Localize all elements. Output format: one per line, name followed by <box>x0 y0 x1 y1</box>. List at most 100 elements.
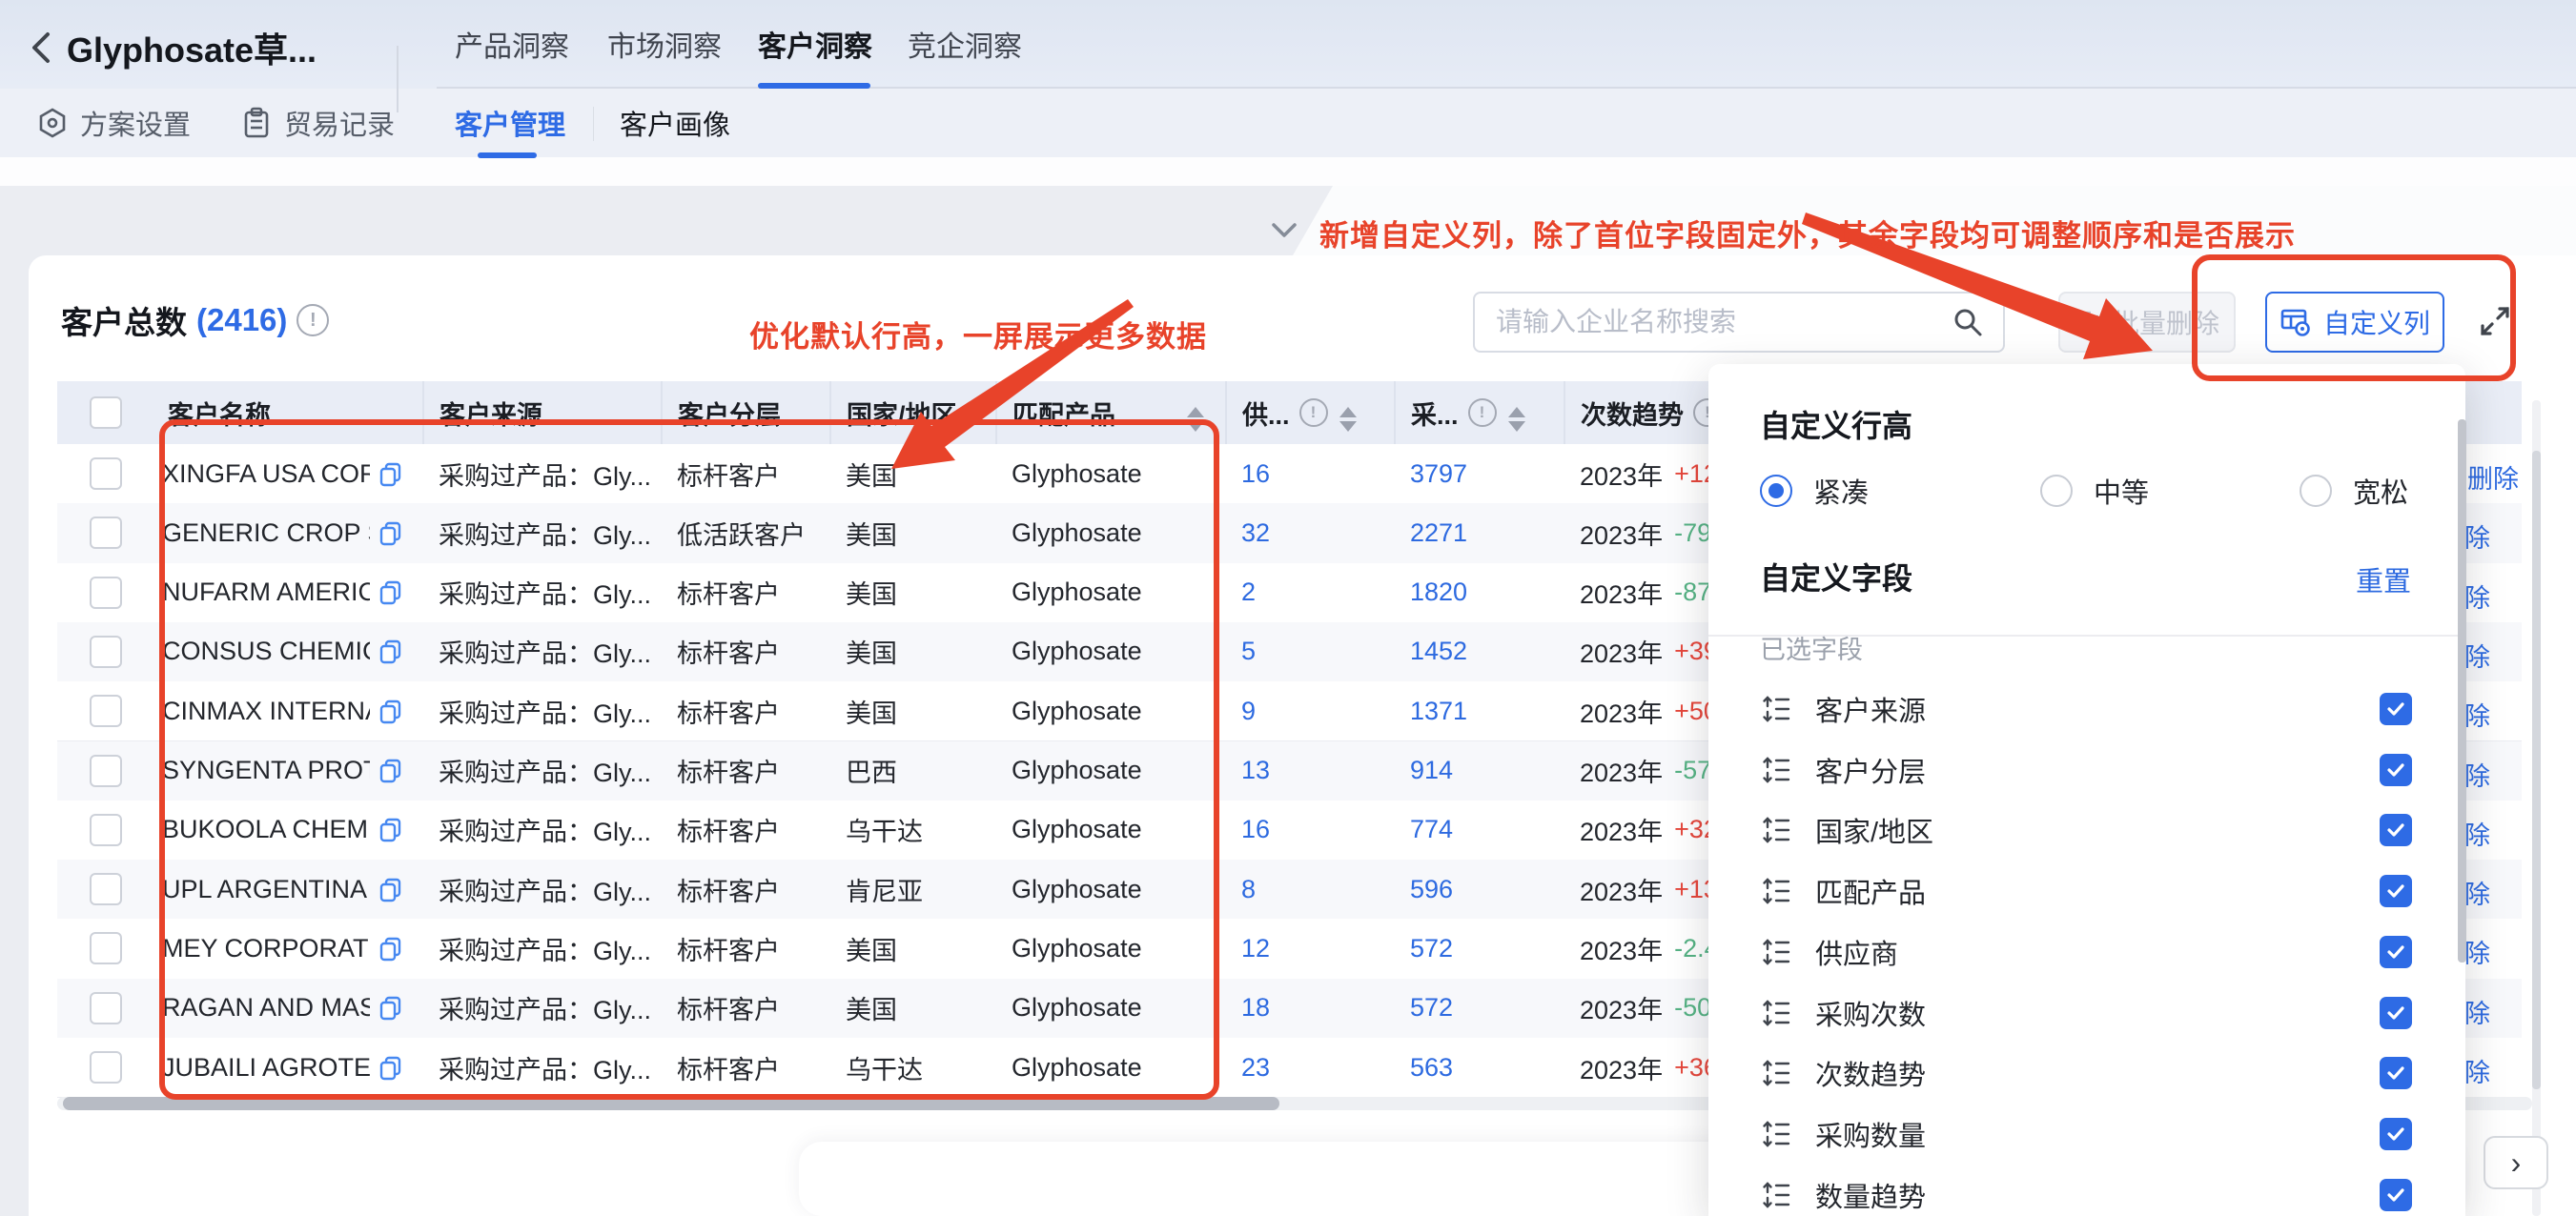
sort-carets-icon[interactable] <box>1508 407 1525 432</box>
drag-handle-icon[interactable] <box>1760 1179 1792 1211</box>
customer-name[interactable]: BUKOOLA CHEMICA <box>162 815 370 844</box>
purchase-count-link[interactable]: 1820 <box>1394 563 1564 622</box>
row-checkbox[interactable] <box>90 814 122 846</box>
row-height-option-3[interactable]: 宽松 <box>2300 471 2408 511</box>
row-checkbox[interactable] <box>90 457 122 490</box>
drag-handle-icon[interactable] <box>1760 1118 1792 1150</box>
row-checkbox[interactable] <box>90 577 122 609</box>
field-item-2[interactable]: 客户分层 <box>1760 748 2418 792</box>
sort-carets-icon[interactable] <box>1187 407 1204 432</box>
drag-handle-icon[interactable] <box>1760 875 1792 907</box>
purchase-count-link[interactable]: 572 <box>1394 919 1564 978</box>
field-item-7[interactable]: 次数趋势 <box>1760 1051 2418 1095</box>
suppliers-count-link[interactable]: 9 <box>1225 681 1394 740</box>
quick-link-1[interactable]: 方案设置 <box>36 89 191 157</box>
panel-scrollbar-thumb[interactable] <box>2458 419 2466 963</box>
suppliers-count-link[interactable]: 18 <box>1225 979 1394 1038</box>
purchase-count-link[interactable]: 596 <box>1394 860 1564 919</box>
purchase-count-link[interactable]: 572 <box>1394 979 1564 1038</box>
row-checkbox[interactable] <box>90 636 122 668</box>
field-checkbox[interactable] <box>2380 997 2412 1029</box>
row-checkbox[interactable] <box>90 992 122 1024</box>
column-header-product[interactable]: 匹配产品 <box>995 381 1225 444</box>
purchase-count-link[interactable]: 1452 <box>1394 622 1564 681</box>
page-scrollbar-thumb[interactable] <box>2532 451 2541 1089</box>
copy-icon[interactable] <box>378 936 403 962</box>
quick-link-2[interactable]: 贸易记录 <box>240 89 395 157</box>
row-checkbox[interactable] <box>90 695 122 727</box>
suppliers-count-link[interactable]: 2 <box>1225 563 1394 622</box>
suppliers-count-link[interactable]: 23 <box>1225 1038 1394 1097</box>
customer-name[interactable]: RAGAN AND MASSE <box>162 993 370 1023</box>
drag-handle-icon[interactable] <box>1760 693 1792 725</box>
field-item-8[interactable]: 采购数量 <box>1760 1112 2418 1156</box>
purchase-count-link[interactable]: 2271 <box>1394 503 1564 562</box>
custom-columns-button[interactable]: 自定义列 <box>2265 292 2444 353</box>
nav-tab-3[interactable]: 客户洞察 <box>758 0 876 87</box>
column-header-country[interactable]: 国家/地区 <box>829 381 995 444</box>
suppliers-count-link[interactable]: 32 <box>1225 503 1394 562</box>
nav-tab-1[interactable]: 产品洞察 <box>455 0 573 87</box>
purchase-count-link[interactable]: 563 <box>1394 1038 1564 1097</box>
field-checkbox[interactable] <box>2380 1057 2412 1089</box>
purchase-count-link[interactable]: 774 <box>1394 801 1564 860</box>
chevron-down-icon[interactable] <box>1268 215 1300 244</box>
purchase-count-link[interactable]: 914 <box>1394 741 1564 801</box>
suppliers-count-link[interactable]: 12 <box>1225 919 1394 978</box>
drag-handle-icon[interactable] <box>1760 754 1792 786</box>
search-input[interactable] <box>1494 306 1917 338</box>
customer-name[interactable]: GENERIC CROP SCI <box>162 518 370 548</box>
purchase-count-link[interactable]: 3797 <box>1394 444 1564 503</box>
nav-tab-4[interactable]: 竞企洞察 <box>908 0 1026 87</box>
field-item-5[interactable]: 供应商 <box>1760 930 2418 974</box>
suppliers-count-link[interactable]: 5 <box>1225 622 1394 681</box>
purchase-count-link[interactable]: 1371 <box>1394 681 1564 740</box>
column-header-tier[interactable]: 客户分层 <box>661 381 829 444</box>
suppliers-count-link[interactable]: 16 <box>1225 444 1394 503</box>
customer-name[interactable]: JUBAILI AGROTEC LI <box>162 1053 370 1083</box>
field-checkbox[interactable] <box>2380 936 2412 968</box>
field-checkbox[interactable] <box>2380 1179 2412 1211</box>
field-checkbox[interactable] <box>2380 754 2412 786</box>
sub-tab-2[interactable]: 客户画像 <box>620 91 730 154</box>
batch-delete-button[interactable]: 批量删除 <box>2058 292 2236 353</box>
suppliers-count-link[interactable]: 13 <box>1225 741 1394 801</box>
nav-tab-2[interactable]: 市场洞察 <box>607 0 726 87</box>
field-checkbox[interactable] <box>2380 1118 2412 1150</box>
customer-name[interactable]: MEY CORPORATION <box>162 934 370 963</box>
info-icon[interactable]: ! <box>1468 398 1497 427</box>
copy-icon[interactable] <box>378 817 403 842</box>
row-checkbox[interactable] <box>90 755 122 787</box>
copy-icon[interactable] <box>378 1055 403 1081</box>
sub-tab-1[interactable]: 客户管理 <box>455 91 565 154</box>
copy-icon[interactable] <box>378 638 403 664</box>
field-checkbox[interactable] <box>2380 814 2412 846</box>
column-header-source[interactable]: 客户来源 <box>422 381 661 444</box>
drag-handle-icon[interactable] <box>1760 997 1792 1029</box>
row-height-option-2[interactable]: 中等 <box>2040 471 2149 511</box>
drag-handle-icon[interactable] <box>1760 814 1792 846</box>
info-icon[interactable]: ! <box>296 304 329 336</box>
copy-icon[interactable] <box>378 995 403 1021</box>
customer-name[interactable]: CINMAX INTERNATIO <box>162 697 370 726</box>
fullscreen-icon[interactable] <box>2475 301 2515 341</box>
copy-icon[interactable] <box>378 461 403 487</box>
row-checkbox[interactable] <box>90 873 122 905</box>
search-icon[interactable] <box>1952 306 1984 338</box>
column-header-purchases[interactable]: 采...! <box>1394 381 1564 444</box>
customer-name[interactable]: SYNGENTA PROTEC <box>162 756 370 785</box>
select-all-checkbox[interactable] <box>90 396 122 429</box>
reset-link[interactable]: 重置 <box>2356 559 2411 599</box>
field-checkbox[interactable] <box>2380 693 2412 725</box>
sort-carets-icon[interactable] <box>1339 407 1357 432</box>
suppliers-count-link[interactable]: 8 <box>1225 860 1394 919</box>
copy-icon[interactable] <box>378 877 403 902</box>
copy-icon[interactable] <box>378 699 403 724</box>
row-checkbox[interactable] <box>90 517 122 549</box>
field-item-4[interactable]: 匹配产品 <box>1760 869 2418 913</box>
radio-icon[interactable] <box>2300 475 2332 507</box>
copy-icon[interactable] <box>378 758 403 783</box>
back-chevron-icon[interactable] <box>29 29 53 67</box>
horizontal-scrollbar-thumb[interactable] <box>63 1097 1279 1110</box>
suppliers-count-link[interactable]: 16 <box>1225 801 1394 860</box>
